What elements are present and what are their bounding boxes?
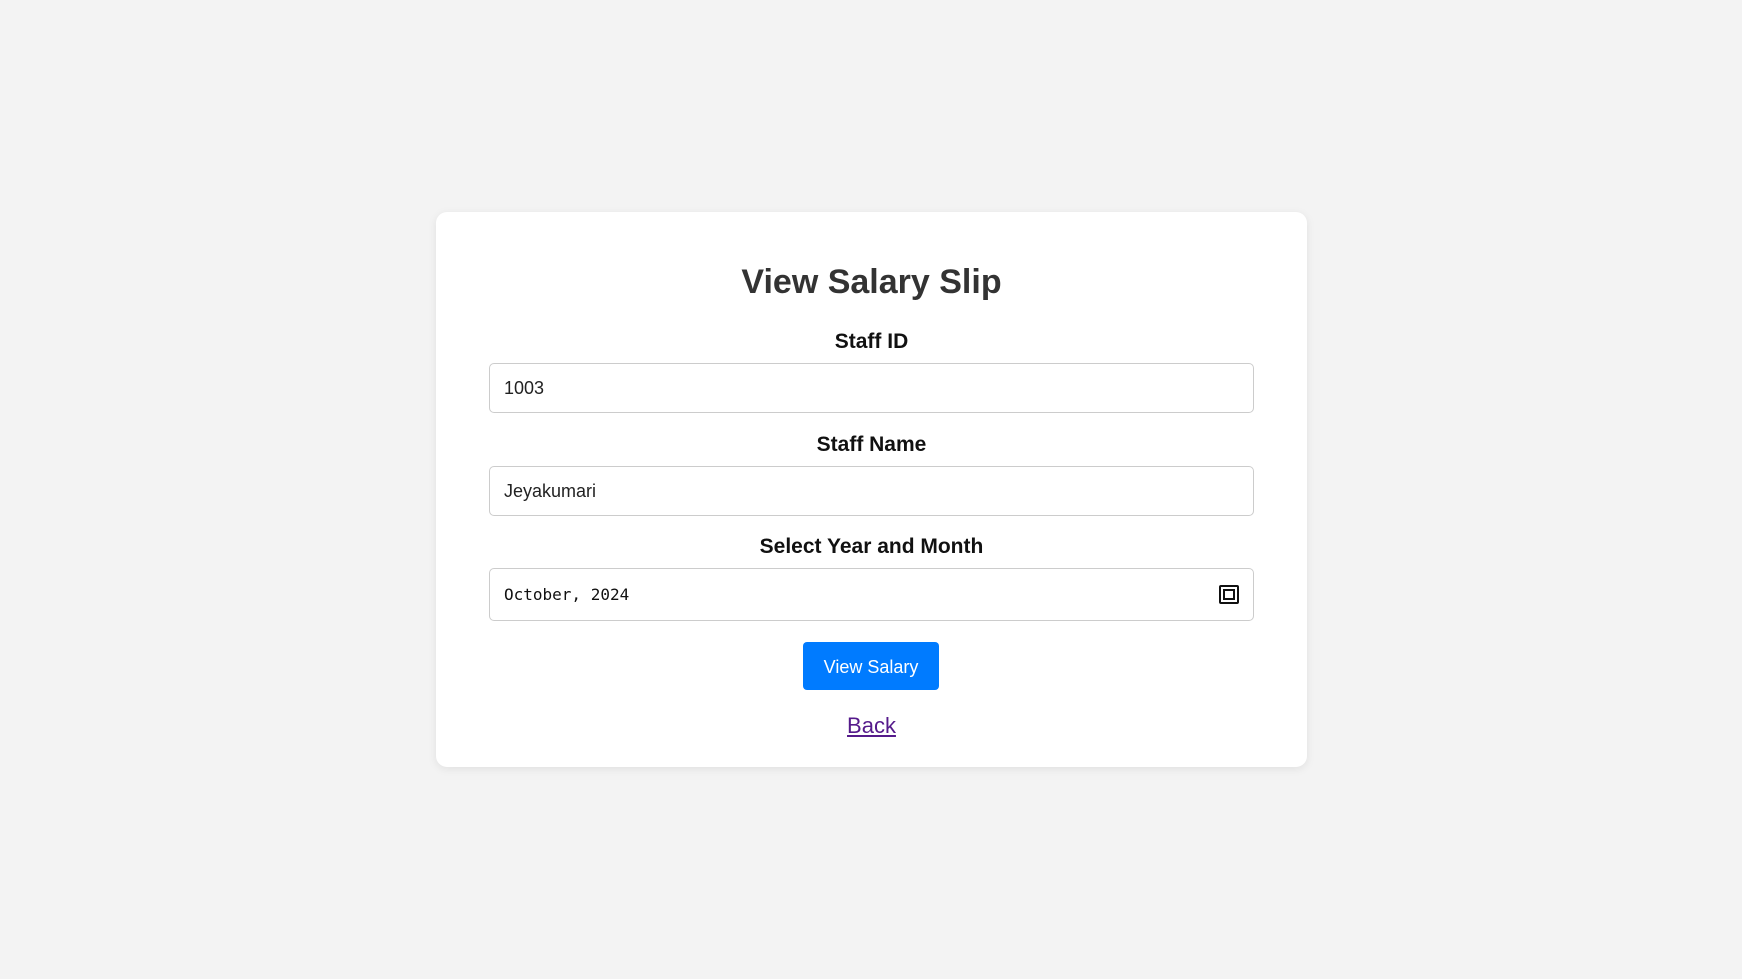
- view-salary-button[interactable]: View Salary: [803, 642, 939, 690]
- calendar-icon[interactable]: [1219, 585, 1239, 604]
- year-month-input[interactable]: October, 2024: [489, 568, 1254, 621]
- staff-name-input[interactable]: [489, 466, 1254, 516]
- back-link[interactable]: Back: [847, 713, 896, 738]
- salary-slip-card: View Salary Slip Staff ID Staff Name Sel…: [436, 212, 1307, 767]
- staff-name-label: Staff Name: [816, 433, 927, 456]
- staff-id-label: Staff ID: [834, 330, 909, 353]
- year-month-value: October, 2024: [504, 585, 630, 604]
- page-title: View Salary Slip: [741, 263, 1002, 301]
- year-month-label: Select Year and Month: [759, 535, 984, 558]
- staff-id-input[interactable]: [489, 363, 1254, 413]
- back-link-container: Back: [436, 714, 1307, 738]
